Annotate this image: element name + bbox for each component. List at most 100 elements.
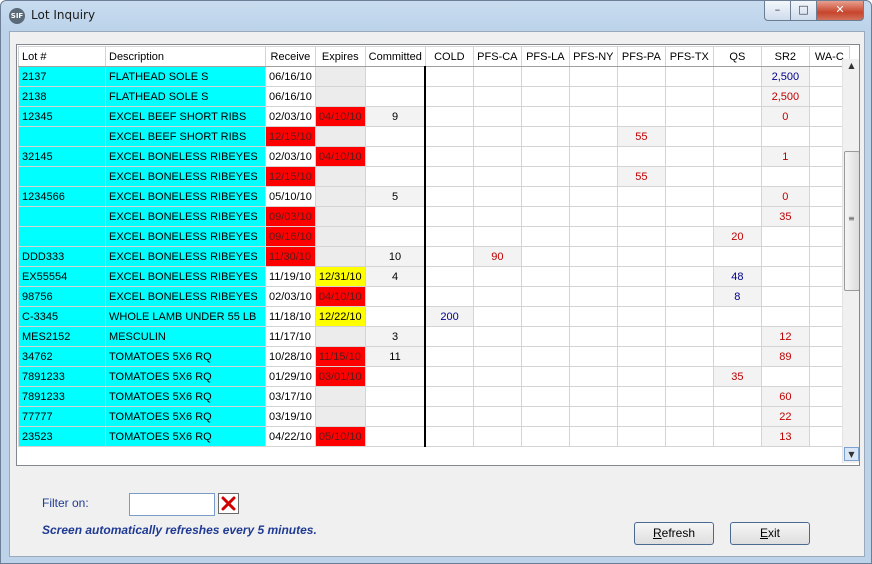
cold-cell bbox=[424, 166, 474, 187]
cold-cell bbox=[424, 326, 474, 347]
committed-cell: 10 bbox=[364, 246, 427, 267]
sr2-cell bbox=[760, 306, 810, 327]
column-header[interactable]: PFS-NY bbox=[568, 46, 618, 67]
pfs-tx-cell bbox=[664, 366, 714, 387]
qs-cell bbox=[712, 66, 762, 87]
scroll-down-icon[interactable]: ▼ bbox=[844, 447, 859, 461]
lot-cell bbox=[18, 126, 106, 147]
committed-cell bbox=[364, 306, 427, 327]
cold-cell bbox=[424, 66, 474, 87]
column-header[interactable]: Expires bbox=[314, 46, 366, 67]
table-row[interactable]: 77777 TOMATOES 5X6 RQ 03/19/10 22 bbox=[18, 406, 850, 427]
pfs-pa-cell bbox=[616, 106, 666, 127]
close-button[interactable]: ✕ bbox=[816, 1, 864, 21]
minimize-button[interactable]: – bbox=[764, 1, 791, 21]
pfs-ca-cell bbox=[472, 286, 522, 307]
pfs-ca-cell bbox=[472, 106, 522, 127]
vertical-scrollbar[interactable]: ▲ ≡ ▼ bbox=[842, 59, 859, 463]
column-header[interactable]: PFS-TX bbox=[664, 46, 714, 67]
pfs-ny-cell bbox=[568, 66, 618, 87]
pfs-tx-cell bbox=[664, 66, 714, 87]
description-cell: FLATHEAD SOLE S bbox=[105, 66, 266, 87]
table-row[interactable]: MES2152 MESCULIN 11/17/10 3 12 bbox=[18, 326, 850, 347]
committed-cell bbox=[364, 86, 427, 107]
column-header[interactable]: Description bbox=[105, 46, 266, 67]
table-row[interactable]: 7891233 TOMATOES 5X6 RQ 03/17/10 60 bbox=[18, 386, 850, 407]
lot-grid[interactable]: Lot # Description Receive Expires Committed C… bbox=[16, 44, 860, 466]
column-header[interactable]: PFS-PA bbox=[616, 46, 666, 67]
sr2-cell: 60 bbox=[760, 386, 810, 407]
horizontal-scrollbar[interactable]: ◀ ‖‖‖ ▶ bbox=[17, 465, 859, 466]
clear-filter-button[interactable] bbox=[218, 493, 239, 514]
pfs-tx-cell bbox=[664, 406, 714, 427]
table-row[interactable]: EXCEL BEEF SHORT RIBS 12/15/10 55 bbox=[18, 126, 850, 147]
refresh-button[interactable]: Refresh bbox=[634, 522, 714, 545]
pfs-la-cell bbox=[520, 206, 570, 227]
pfs-tx-cell bbox=[664, 246, 714, 267]
sr2-cell bbox=[760, 166, 810, 187]
column-header[interactable]: QS bbox=[712, 46, 762, 67]
expires-cell bbox=[314, 66, 366, 87]
committed-cell bbox=[364, 406, 427, 427]
receive-cell: 03/19/10 bbox=[265, 406, 316, 427]
table-row[interactable]: DDD333 EXCEL BONELESS RIBEYES 11/30/10 10 90 bbox=[18, 246, 850, 267]
lot-cell: 34762 bbox=[18, 346, 106, 367]
sr2-cell: 0 bbox=[760, 186, 810, 207]
description-cell: EXCEL BONELESS RIBEYES bbox=[105, 206, 266, 227]
table-row[interactable]: 32145 EXCEL BONELESS RIBEYES 02/03/10 04/10… bbox=[18, 146, 850, 167]
receive-cell: 09/16/10 bbox=[265, 226, 316, 247]
receive-cell: 03/17/10 bbox=[265, 386, 316, 407]
column-header[interactable]: Committed bbox=[364, 46, 426, 67]
committed-cell bbox=[364, 146, 427, 167]
cold-cell bbox=[424, 346, 474, 367]
pfs-ca-cell bbox=[472, 366, 522, 387]
pfs-la-cell bbox=[520, 86, 570, 107]
column-header[interactable]: PFS-LA bbox=[520, 46, 570, 67]
table-row[interactable]: EXCEL BONELESS RIBEYES 09/16/10 20 bbox=[18, 226, 850, 247]
pfs-tx-cell bbox=[664, 166, 714, 187]
exit-button[interactable]: Exit bbox=[730, 522, 810, 545]
lot-cell: 2137 bbox=[18, 66, 106, 87]
lot-cell: 7891233 bbox=[18, 366, 106, 387]
lot-cell: EX55554 bbox=[18, 266, 106, 287]
table-row[interactable]: EXCEL BONELESS RIBEYES 12/15/10 55 bbox=[18, 166, 850, 187]
pfs-la-cell bbox=[520, 146, 570, 167]
table-row[interactable]: EX55554 EXCEL BONELESS RIBEYES 11/19/10 12/… bbox=[18, 266, 850, 287]
scroll-up-icon[interactable]: ▲ bbox=[844, 59, 859, 73]
column-header[interactable]: SR2 bbox=[760, 46, 810, 67]
committed-cell bbox=[364, 226, 427, 247]
pfs-tx-cell bbox=[664, 306, 714, 327]
table-row[interactable]: 23523 TOMATOES 5X6 RQ 04/22/10 05/10/10 13 bbox=[18, 426, 850, 447]
lot-cell: 77777 bbox=[18, 406, 106, 427]
table-row[interactable]: 98756 EXCEL BONELESS RIBEYES 02/03/10 04/10… bbox=[18, 286, 850, 307]
vertical-scroll-thumb[interactable]: ≡ bbox=[844, 151, 859, 291]
qs-cell: 48 bbox=[712, 266, 762, 287]
pfs-pa-cell bbox=[616, 146, 666, 167]
pfs-tx-cell bbox=[664, 86, 714, 107]
table-row[interactable]: 7891233 TOMATOES 5X6 RQ 01/29/10 03/01/10 35 bbox=[18, 366, 850, 387]
description-cell: EXCEL BONELESS RIBEYES bbox=[105, 286, 266, 307]
table-row[interactable]: EXCEL BONELESS RIBEYES 09/03/10 35 bbox=[18, 206, 850, 227]
column-header[interactable]: PFS-CA bbox=[472, 46, 522, 67]
column-header[interactable]: COLD bbox=[424, 46, 474, 67]
cold-cell bbox=[424, 386, 474, 407]
column-header[interactable]: Receive bbox=[265, 46, 316, 67]
pfs-ca-cell: 90 bbox=[472, 246, 522, 267]
table-row[interactable]: 34762 TOMATOES 5X6 RQ 10/28/10 11/15/10 11 89 bbox=[18, 346, 850, 367]
table-row[interactable]: 2137 FLATHEAD SOLE S 06/16/10 2,500 bbox=[18, 66, 850, 87]
description-cell: WHOLE LAMB UNDER 55 LB bbox=[105, 306, 266, 327]
column-header[interactable]: Lot # bbox=[18, 46, 106, 67]
pfs-ny-cell bbox=[568, 326, 618, 347]
table-row[interactable]: 12345 EXCEL BEEF SHORT RIBS 02/03/10 04/10/… bbox=[18, 106, 850, 127]
pfs-ca-cell bbox=[472, 86, 522, 107]
lot-cell: C-3345 bbox=[18, 306, 106, 327]
pfs-ca-cell bbox=[472, 386, 522, 407]
pfs-pa-cell bbox=[616, 186, 666, 207]
table-row[interactable]: 1234566 EXCEL BONELESS RIBEYES 05/10/10 5 0 bbox=[18, 186, 850, 207]
expires-cell bbox=[314, 386, 366, 407]
filter-input[interactable] bbox=[129, 493, 215, 516]
table-row[interactable]: 2138 FLATHEAD SOLE S 06/16/10 2,500 bbox=[18, 86, 850, 107]
description-cell: TOMATOES 5X6 RQ bbox=[105, 406, 266, 427]
maximize-button[interactable]: □ bbox=[790, 1, 817, 21]
table-row[interactable]: C-3345 WHOLE LAMB UNDER 55 LB 11/18/10 12/2… bbox=[18, 306, 850, 327]
